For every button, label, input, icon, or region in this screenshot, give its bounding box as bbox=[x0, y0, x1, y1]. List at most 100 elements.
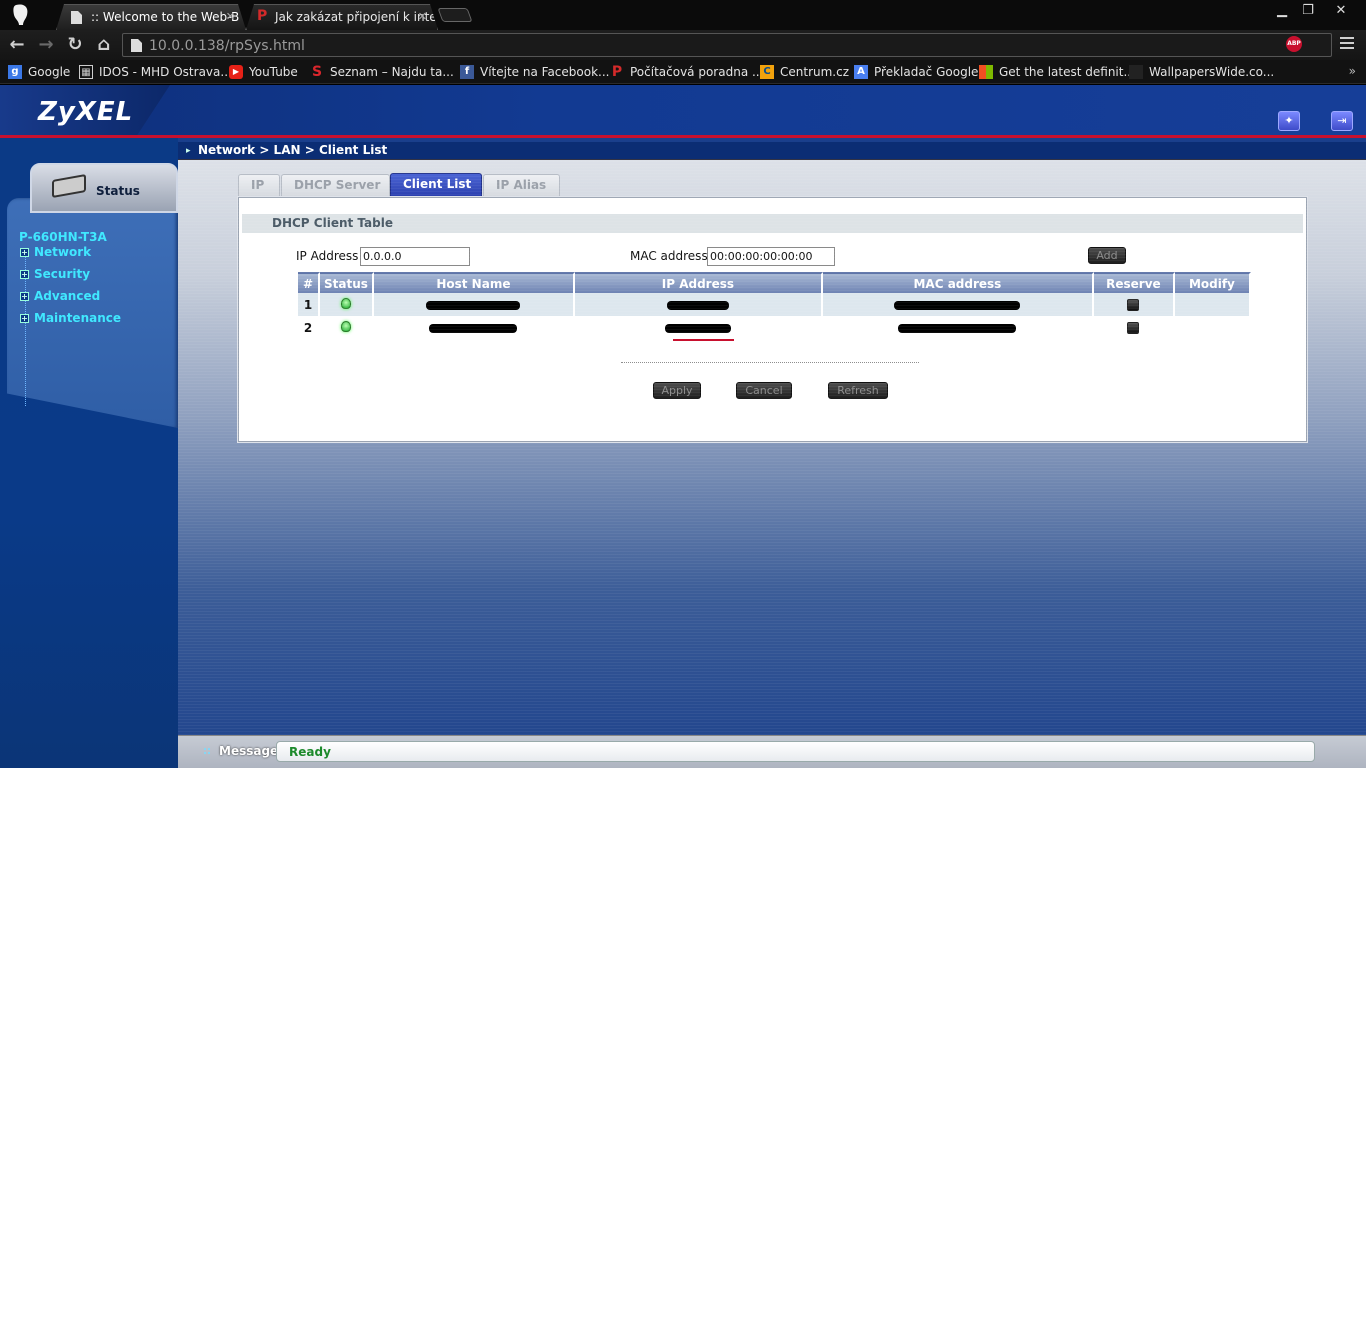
col-reserve: Reserve bbox=[1093, 272, 1175, 293]
redacted-mark bbox=[426, 300, 521, 310]
bookmark-translate[interactable]: A Překladač Google bbox=[854, 64, 978, 82]
reserve-cell bbox=[1093, 316, 1175, 339]
bookmark-poradna[interactable]: P Počítačová poradna ... bbox=[610, 64, 764, 82]
tab-title: :: Welcome to the Web-B bbox=[91, 10, 240, 24]
router-page: ZyXEL ✦ ⇥ Status P-660HN-T3A + Network + S… bbox=[0, 85, 1366, 768]
ip-address-cell bbox=[574, 316, 823, 339]
bookmarks-more-icon[interactable]: » bbox=[1349, 64, 1356, 78]
redacted-mark bbox=[898, 323, 1017, 333]
centrum-icon: C bbox=[760, 65, 774, 79]
wizard-icon[interactable]: ✦ bbox=[1278, 111, 1300, 131]
bookmark-facebook[interactable]: f Vítejte na Facebook... bbox=[460, 64, 609, 82]
bookmark-youtube[interactable]: ▶ YouTube bbox=[229, 64, 298, 82]
message-icon bbox=[203, 747, 212, 756]
add-button[interactable]: Add bbox=[1088, 247, 1126, 264]
adblock-icon[interactable]: ABP bbox=[1286, 36, 1302, 52]
bookmark-google[interactable]: g Google bbox=[8, 64, 70, 82]
row-number: 1 bbox=[298, 293, 320, 316]
breadcrumb-icon: ▸ bbox=[186, 146, 191, 156]
bookmark-wallpapers[interactable]: WallpapersWide.co... bbox=[1129, 64, 1274, 82]
redacted-mark bbox=[894, 300, 1021, 310]
cancel-button[interactable]: Cancel bbox=[736, 382, 792, 399]
tab-client-list[interactable]: Client List bbox=[390, 173, 482, 197]
sidebar-item-advanced[interactable]: + Advanced bbox=[20, 289, 100, 303]
bookmark-idos[interactable]: ▦ IDOS - MHD Ostrava... bbox=[79, 64, 232, 82]
status-tab[interactable]: Status bbox=[30, 163, 178, 213]
ip-address-cell bbox=[574, 293, 823, 316]
expand-icon: + bbox=[20, 270, 29, 279]
home-icon[interactable]: ⌂ bbox=[93, 34, 115, 56]
reserve-checkbox[interactable] bbox=[1127, 322, 1140, 334]
col-modify: Modify bbox=[1174, 272, 1251, 293]
main-content: IP DHCP Server Client List IP Alias DHCP… bbox=[178, 160, 1366, 735]
bookmark-windows[interactable]: Get the latest definit... bbox=[979, 64, 1135, 82]
windows-icon bbox=[979, 65, 993, 79]
status-cell bbox=[320, 293, 374, 316]
tab-title: Jak zakázat připojení k inte bbox=[275, 10, 437, 24]
restore-icon[interactable]: ❐ bbox=[1293, 2, 1323, 20]
host-name-cell bbox=[373, 293, 575, 316]
browser-window: :: Welcome to the Web-B ✕ P Jak zakázat … bbox=[0, 0, 1366, 768]
row-number: 2 bbox=[298, 316, 320, 339]
bookmark-centrum[interactable]: C Centrum.cz bbox=[760, 64, 849, 82]
apply-button[interactable]: Apply bbox=[653, 382, 701, 399]
col-mac-address: MAC address bbox=[822, 272, 1094, 293]
close-window-icon[interactable]: ✕ bbox=[1326, 2, 1356, 20]
seznam-icon: S bbox=[311, 64, 323, 80]
bookmark-seznam[interactable]: S Seznam – Najdu ta... bbox=[310, 64, 454, 82]
tab-dhcp-server[interactable]: DHCP Server bbox=[281, 174, 390, 196]
tab-welcome[interactable]: :: Welcome to the Web-B ✕ bbox=[56, 4, 246, 30]
router-header: ZyXEL ✦ ⇥ bbox=[0, 85, 1366, 138]
menu-icon[interactable] bbox=[1340, 37, 1354, 51]
sidebar-item-maintenance[interactable]: + Maintenance bbox=[20, 311, 121, 325]
page-icon bbox=[71, 11, 82, 24]
facebook-icon: f bbox=[460, 65, 474, 79]
tab-jak-zakazat[interactable]: P Jak zakázat připojení k inte ✕ bbox=[246, 4, 438, 30]
new-tab-button[interactable] bbox=[437, 8, 473, 22]
youtube-icon: ▶ bbox=[229, 65, 243, 79]
col-status: Status bbox=[320, 272, 374, 293]
address-bar[interactable]: 10.0.0.138/rpSys.html bbox=[122, 33, 1332, 57]
col-ip-address: IP Address bbox=[574, 272, 823, 293]
red-underline-mark bbox=[673, 339, 734, 341]
table-row: 1 bbox=[298, 293, 1251, 316]
forward-icon[interactable]: → bbox=[35, 34, 57, 56]
message-label: Message bbox=[219, 744, 279, 758]
message-field: Ready bbox=[276, 741, 1315, 762]
bookmarks-bar: g Google ▦ IDOS - MHD Ostrava... ▶ YouTube … bbox=[0, 60, 1366, 84]
message-text: Ready bbox=[289, 745, 331, 759]
host-name-cell bbox=[373, 316, 575, 339]
reserve-checkbox[interactable] bbox=[1127, 299, 1140, 311]
status-cell bbox=[320, 316, 374, 339]
ip-address-input[interactable] bbox=[360, 247, 470, 266]
reserve-cell bbox=[1093, 293, 1175, 316]
tab-strip: :: Welcome to the Web-B ✕ P Jak zakázat … bbox=[0, 0, 1366, 30]
model-name[interactable]: P-660HN-T3A bbox=[19, 230, 107, 244]
sidebar-item-security[interactable]: + Security bbox=[20, 267, 90, 281]
mac-address-input[interactable] bbox=[707, 247, 835, 266]
panel-title: DHCP Client Table bbox=[272, 216, 393, 230]
url-text: 10.0.0.138/rpSys.html bbox=[149, 38, 305, 54]
sidebar: Status P-660HN-T3A + Network + Security + A… bbox=[0, 138, 178, 768]
google-icon: g bbox=[8, 65, 22, 79]
status-bulb-icon bbox=[340, 297, 351, 309]
logout-icon[interactable]: ⇥ bbox=[1331, 111, 1353, 131]
browser-avatar-icon bbox=[13, 4, 28, 26]
breadcrumb: ▸ Network > LAN > Client List bbox=[178, 142, 1366, 160]
back-icon[interactable]: ← bbox=[6, 34, 28, 56]
redacted-mark bbox=[664, 323, 731, 333]
table-header: # Status Host Name IP Address MAC addres… bbox=[298, 272, 1251, 293]
tab-ip[interactable]: IP bbox=[238, 174, 280, 196]
refresh-button[interactable]: Refresh bbox=[828, 382, 888, 399]
mac-address-label: MAC address bbox=[630, 249, 708, 263]
close-icon[interactable]: ✕ bbox=[226, 10, 235, 23]
col-number: # bbox=[298, 272, 320, 293]
expand-icon: + bbox=[20, 248, 29, 257]
sidebar-item-network[interactable]: + Network bbox=[20, 245, 91, 259]
browser-toolbar: ← → ↻ ⌂ 10.0.0.138/rpSys.html bbox=[0, 30, 1366, 60]
expand-icon: + bbox=[20, 292, 29, 301]
status-label: Status bbox=[96, 184, 140, 198]
tab-ip-alias[interactable]: IP Alias bbox=[483, 174, 560, 196]
reload-icon[interactable]: ↻ bbox=[64, 34, 86, 56]
close-icon[interactable]: ✕ bbox=[418, 10, 427, 23]
